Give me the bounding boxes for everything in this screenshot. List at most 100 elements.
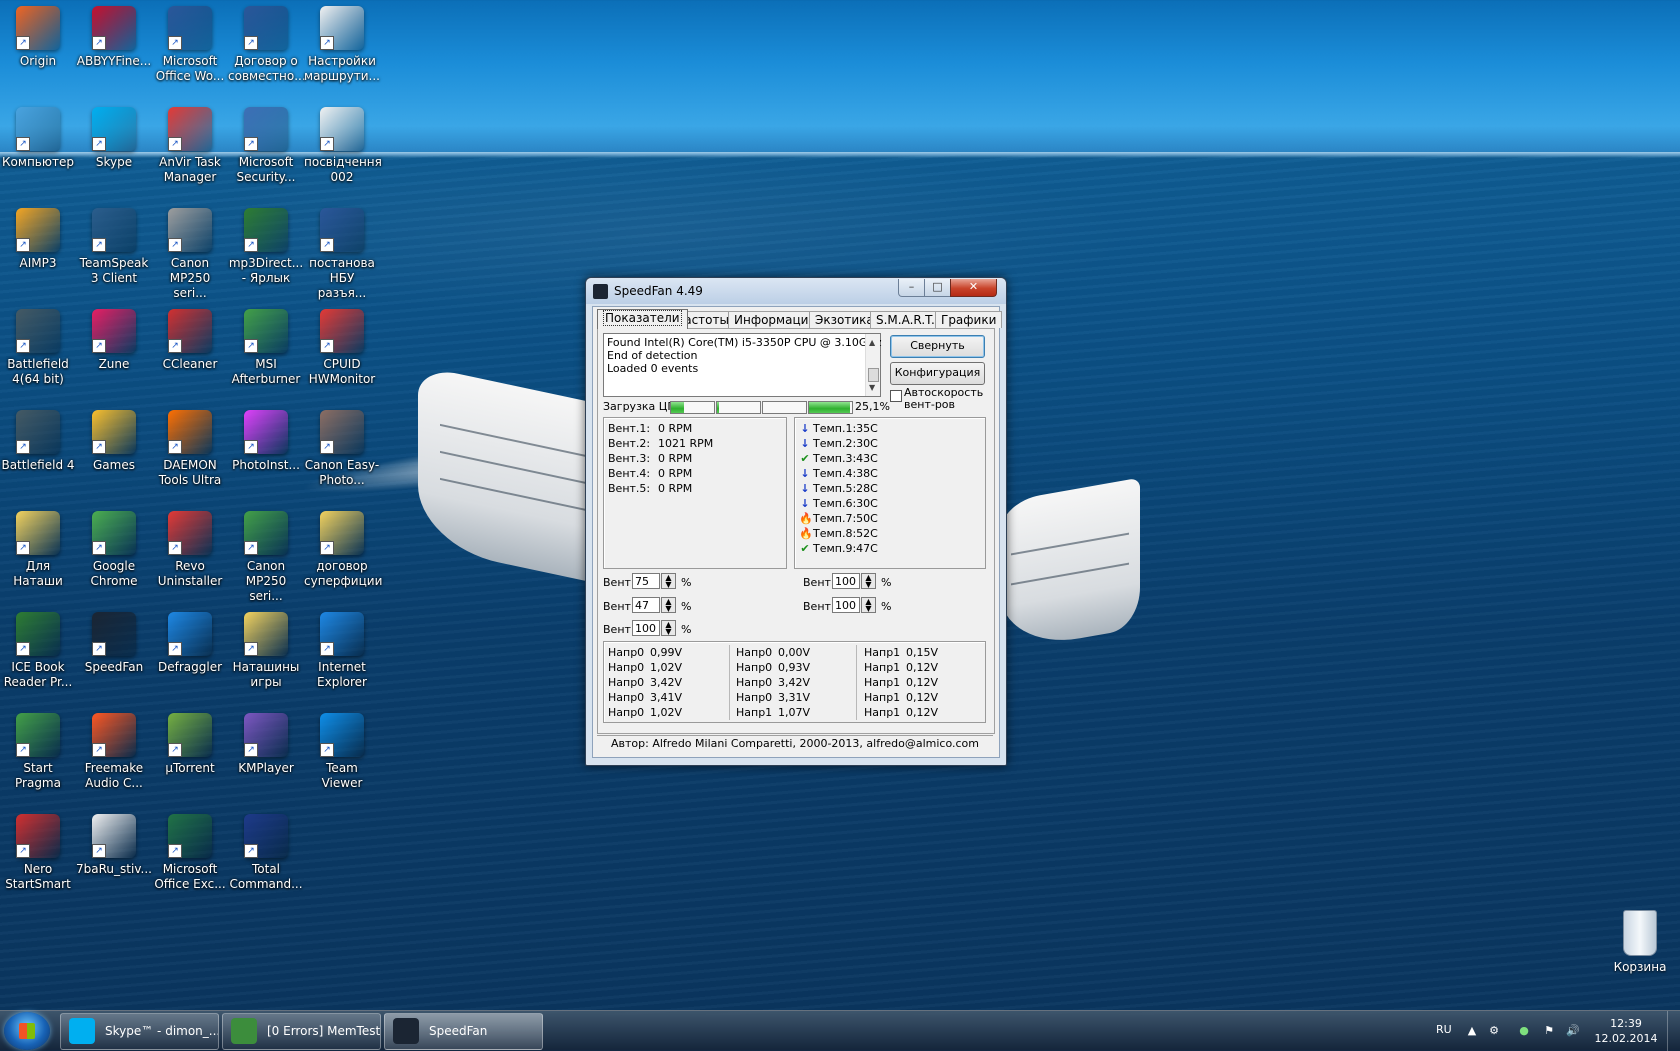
autospeed-checkbox[interactable] [890, 390, 902, 402]
desktop-icon[interactable]: ↗ Defraggler [152, 606, 228, 704]
desktop-icon[interactable]: ↗ Revo Uninstaller [152, 505, 228, 603]
spinner-icon[interactable]: ▲ ▼ [861, 573, 876, 589]
minimize-button[interactable]: – [898, 279, 925, 297]
desktop-icon[interactable]: ↗ посвідчення 002 [304, 101, 382, 199]
desktop-icon[interactable]: ↗ Start Pragma [0, 707, 76, 805]
tab-charts[interactable]: Графики [935, 311, 1003, 328]
taskbar-item-memtest[interactable]: [0 Errors] MemTest [222, 1013, 381, 1050]
tab-readings[interactable]: Показатели [597, 309, 688, 329]
desktop-icon[interactable]: ↗ CPUID HWMonitor [304, 303, 380, 401]
voltage-row: Напр1 0,12V [864, 661, 939, 674]
desktop-icon[interactable]: ↗ Battlefield 4 [0, 404, 76, 502]
fan-speed-input[interactable]: 100 [832, 573, 860, 589]
speedfan-window[interactable]: SpeedFan 4.49 – □ ✕ Показатели Частоты И… [585, 277, 1007, 766]
tray-status-icon[interactable]: ● [1518, 1025, 1530, 1037]
spinner-icon[interactable]: ▲ ▼ [861, 597, 876, 613]
configure-button[interactable]: Конфигурация [890, 362, 985, 385]
desktop-icon[interactable]: ↗ договор суперфиции [304, 505, 382, 603]
desktop-icon[interactable]: ↗ Team Viewer [304, 707, 380, 805]
desktop-icon[interactable]: ↗ Games [76, 404, 152, 502]
fan-speed-input[interactable]: 100 [632, 620, 660, 636]
desktop-icon[interactable]: ↗ AIMP3 [0, 202, 76, 300]
temp-row: 🔥Темп.8:52C [799, 527, 878, 540]
show-desktop-button[interactable] [1667, 1011, 1680, 1051]
desktop-icon[interactable]: ↗ Skype [76, 101, 152, 199]
desktop-icon[interactable]: ↗ Origin [0, 0, 76, 98]
taskbar-item-skype[interactable]: Skype™ - dimon_... [60, 1013, 219, 1050]
language-indicator[interactable]: RU [1436, 1023, 1452, 1036]
tray-app-icon[interactable]: ⚙ [1488, 1025, 1500, 1037]
desktop-icon[interactable]: ↗ Internet Explorer [304, 606, 380, 704]
shortcut-arrow-icon: ↗ [16, 36, 30, 50]
desktop-icon[interactable]: ↗ Microsoft Security... [228, 101, 304, 199]
event-log[interactable]: Found Intel(R) Core(TM) i5-3350P CPU @ 3… [603, 333, 881, 397]
desktop-icon-label: µTorrent [165, 761, 215, 775]
volume-icon[interactable]: 🔊 [1566, 1025, 1580, 1037]
action-center-icon[interactable]: ⚑ [1543, 1025, 1555, 1037]
desktop-icon[interactable]: ↗ Canon Easy-Photo... [304, 404, 380, 502]
taskbar-item-speedfan[interactable]: SpeedFan [384, 1013, 543, 1050]
recycle-bin[interactable]: Корзина [1602, 910, 1678, 974]
tab-info[interactable]: Информация [728, 311, 822, 328]
shortcut-arrow-icon: ↗ [244, 36, 258, 50]
desktop-icon[interactable]: ↗ 7baRu_stiv... [76, 808, 152, 906]
desktop-icon[interactable]: ↗ Microsoft Office Wo... [152, 0, 228, 98]
desktop-icon[interactable]: ↗ Nero StartSmart [0, 808, 76, 906]
shortcut-arrow-icon: ↗ [244, 137, 258, 151]
maximize-button[interactable]: □ [924, 279, 951, 297]
desktop-icon[interactable]: ↗ SpeedFan [76, 606, 152, 704]
desktop-icon[interactable]: ↗ постанова НБУ разъя... [304, 202, 380, 300]
clock[interactable]: 12:39 12.02.2014 [1594, 1016, 1658, 1046]
desktop-icon[interactable]: ↗ AnVir Task Manager [152, 101, 228, 199]
scroll-thumb[interactable] [868, 368, 879, 382]
desktop-icon[interactable]: ↗ Компьютер [0, 101, 76, 199]
desktop-icon-label: Total Command... [229, 862, 303, 891]
desktop-icon[interactable]: ↗ Договор о совместно... [228, 0, 306, 98]
taskbar: Skype™ - dimon_... [0 Errors] MemTest Sp… [0, 1010, 1680, 1051]
desktop-icon[interactable]: ↗ TeamSpeak 3 Client [76, 202, 152, 300]
desktop-icon[interactable]: ↗ Microsoft Office Exc... [152, 808, 228, 906]
fan-speed-input[interactable]: 75 [632, 573, 660, 589]
shortcut-arrow-icon: ↗ [320, 137, 334, 151]
desktop-icon[interactable]: ↗ MSI Afterburner [228, 303, 304, 401]
fan-speed-input[interactable]: 100 [832, 597, 860, 613]
scroll-up-icon[interactable]: ▲ [869, 336, 875, 349]
start-button[interactable] [4, 1012, 50, 1050]
desktop-icon[interactable]: ↗ Настройки маршрути... [304, 0, 380, 98]
show-hidden-icons-icon[interactable]: ▲ [1466, 1025, 1478, 1037]
desktop-icon[interactable]: ↗ Canon MP250 seri... [152, 202, 228, 300]
desktop-icon[interactable]: ↗ Canon MP250 seri... [228, 505, 304, 603]
desktop-icon-label: Nero StartSmart [5, 862, 71, 891]
desktop-icon[interactable]: ↗ ABBYYFine... [76, 0, 152, 98]
voltage-row: Напр0 3,42V [608, 676, 683, 689]
arrow-down-icon: ↓ [800, 497, 810, 510]
desktop-icon[interactable]: ↗ Google Chrome [76, 505, 152, 603]
spinner-icon[interactable]: ▲ ▼ [661, 573, 676, 589]
desktop-icon-label: Microsoft Security... [236, 155, 296, 184]
tab-smart[interactable]: S.M.A.R.T. [870, 311, 941, 328]
shortcut-arrow-icon: ↗ [16, 642, 30, 656]
desktop-icon[interactable]: ↗ Freemake Audio C... [76, 707, 152, 805]
desktop-icon[interactable]: ↗ mp3Direct... - Ярлык [228, 202, 304, 300]
spinner-icon[interactable]: ▲ ▼ [661, 620, 676, 636]
close-button[interactable]: ✕ [950, 279, 997, 297]
spinner-icon[interactable]: ▲ ▼ [661, 597, 676, 613]
title-bar[interactable]: SpeedFan 4.49 – □ ✕ [586, 278, 1006, 304]
temp-row: ↓ Темп.5:28C [800, 482, 878, 495]
desktop-icon[interactable]: ↗ CCleaner [152, 303, 228, 401]
desktop-icon[interactable]: ↗ Наташины игры [228, 606, 304, 704]
desktop-icon[interactable]: ↗ KMPlayer [228, 707, 304, 805]
log-line: End of detection [607, 349, 698, 362]
desktop-icon[interactable]: ↗ Total Command... [228, 808, 304, 906]
fan-speed-input[interactable]: 47 [632, 597, 660, 613]
desktop-icon[interactable]: ↗ ICE Book Reader Pr... [0, 606, 76, 704]
desktop-icon[interactable]: ↗ PhotoInst... [228, 404, 304, 502]
minimize-to-tray-button[interactable]: Свернуть [890, 335, 985, 358]
log-scrollbar[interactable]: ▲ ▼ [865, 334, 880, 396]
desktop-icon[interactable]: ↗ Для Наташи [0, 505, 76, 603]
scroll-down-icon[interactable]: ▼ [869, 381, 875, 394]
desktop-icon[interactable]: ↗ Battlefield 4(64 bit) [0, 303, 76, 401]
desktop-icon[interactable]: ↗ DAEMON Tools Ultra [152, 404, 228, 502]
desktop-icon[interactable]: ↗ Zune [76, 303, 152, 401]
desktop-icon[interactable]: ↗ µTorrent [152, 707, 228, 805]
